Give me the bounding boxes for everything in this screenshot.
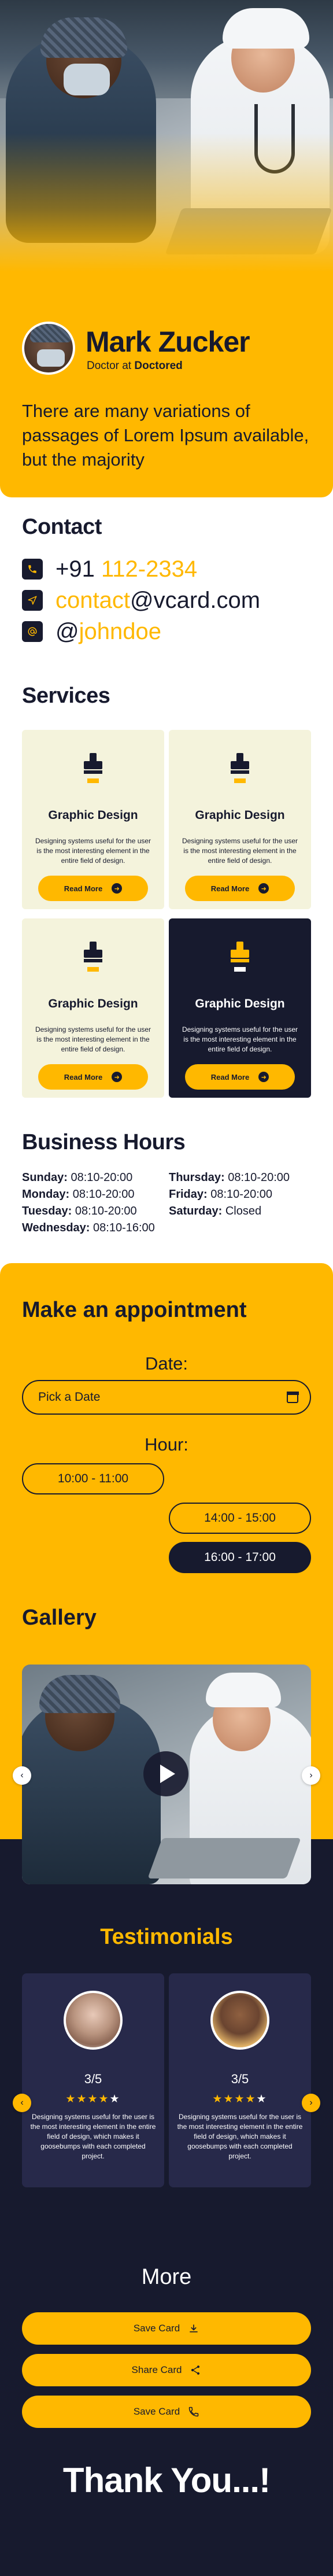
avatar [210,1991,269,2050]
hour-label: Hour: [145,1434,188,1455]
service-card: Graphic Design Designing systems useful … [169,730,311,909]
contact-email[interactable]: contact@vcard.com [22,588,260,613]
arrow-right-icon: ➜ [258,883,269,894]
time-slot[interactable]: 10:00 - 11:00 [22,1463,164,1494]
gallery-video[interactable] [22,1665,311,1884]
chevron-right-icon: › [309,2098,313,2108]
arrow-right-icon: ➜ [258,1072,269,1082]
date-label: Date: [145,1353,188,1374]
arrow-right-icon: ➜ [112,883,123,894]
hours-right: Thursday: 08:10-20:00 Friday: 08:10-20:0… [169,1171,290,1217]
paintbrush-icon [84,942,102,972]
contact-handle[interactable]: @johndoe [22,619,161,644]
time-slot[interactable]: 14:00 - 15:00 [169,1503,311,1534]
hours-left: Sunday: 08:10-20:00 Monday: 08:10-20:00 … [22,1171,155,1234]
services-title: Services [22,684,110,708]
share-card-button[interactable]: Share Card [22,2354,311,2386]
testimonial-prev-button[interactable]: ‹ [13,2094,31,2112]
testimonial-next-button[interactable]: › [302,2094,320,2112]
rating-stars: ★★★★★ [212,2093,268,2105]
read-more-button[interactable]: Read More ➜ [38,1064,148,1090]
paintbrush-icon [231,753,249,783]
service-card: Graphic Design Designing systems useful … [22,730,164,909]
save-card-button[interactable]: Save Card [22,2312,311,2345]
hero-image [0,0,333,272]
paintbrush-icon [231,942,249,972]
share-icon [191,2365,200,2375]
avatar [64,1991,123,2050]
service-card-highlighted: Graphic Design Designing systems useful … [169,918,311,1098]
chevron-right-icon: › [309,1770,313,1780]
date-picker-input[interactable]: Pick a Date [22,1380,311,1415]
at-icon [22,621,43,642]
contact-title: Contact [22,515,102,539]
gallery-next-button[interactable]: › [302,1766,320,1785]
read-more-button[interactable]: Read More ➜ [38,876,148,901]
chevron-left-icon: ‹ [20,2098,24,2108]
service-card: Graphic Design Designing systems useful … [22,918,164,1098]
profile-card: Mark Zucker Doctor at Doctored There are… [0,272,333,497]
testimonials-title: Testimonials [100,1925,233,1949]
contact-phone[interactable]: +91 112-2334 [22,556,197,582]
avatar [22,322,75,375]
gallery-title: Gallery [22,1606,97,1630]
testimonial-card: 3/5 ★★★★★ Designing systems useful for t… [169,1973,311,2187]
read-more-button[interactable]: Read More ➜ [185,876,295,901]
gallery-prev-button[interactable]: ‹ [13,1766,31,1785]
profile-role: Doctor at Doctored [87,360,183,372]
save-card-phone-button[interactable]: Save Card [22,2396,311,2428]
testimonial-card: 3/5 ★★★★★ Designing systems useful for t… [22,1973,164,2187]
rating-stars: ★★★★★ [65,2093,121,2105]
calendar-icon [286,1391,299,1403]
time-slot-selected[interactable]: 16:00 - 17:00 [169,1542,311,1573]
appointment-title: Make an appointment [22,1298,247,1322]
paintbrush-icon [84,753,102,783]
download-icon [190,2324,198,2333]
phone-icon [22,559,43,580]
business-hours-title: Business Hours [22,1130,186,1154]
read-more-button[interactable]: Read More ➜ [185,1064,295,1090]
company-name: Doctored [134,360,183,372]
more-title: More [141,2265,192,2289]
vcard-page: Mark Zucker Doctor at Doctored There are… [0,0,333,2576]
arrow-right-icon: ➜ [112,1072,123,1082]
profile-bio: There are many variations of passages of… [22,401,309,470]
send-icon [22,590,43,611]
play-icon[interactable] [143,1751,188,1796]
phone-icon [188,2407,199,2417]
chevron-left-icon: ‹ [20,1770,24,1780]
thank-you-text: Thank You...! [62,2461,271,2500]
profile-name: Mark Zucker [86,326,250,358]
